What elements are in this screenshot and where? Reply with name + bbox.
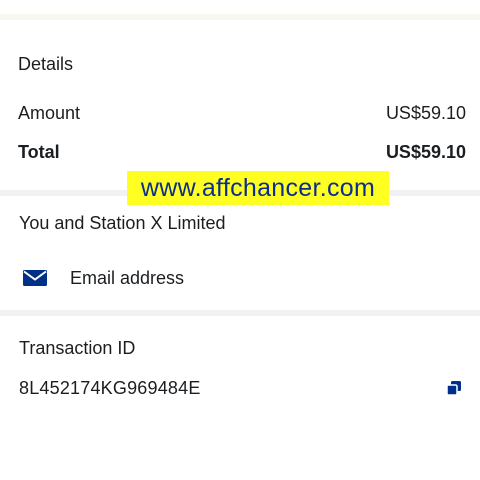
email-address-link[interactable]: Email address xyxy=(70,268,184,289)
copy-icon[interactable] xyxy=(446,380,462,396)
details-title: Details xyxy=(18,54,74,74)
transaction-details-page: Details Amount US$59.10 Total US$59.10 w… xyxy=(0,0,480,480)
amount-row: Amount US$59.10 xyxy=(18,103,466,124)
watermark-banner: www.affchancer.com xyxy=(127,171,389,205)
amount-label: Amount xyxy=(18,103,81,123)
transaction-id-value: 8L452174KG969484E xyxy=(19,378,201,398)
transaction-id-title: Transaction ID xyxy=(19,338,136,358)
top-divider xyxy=(0,14,480,20)
email-row[interactable] xyxy=(22,268,48,288)
total-value: US$59.10 xyxy=(385,142,466,162)
envelope-icon xyxy=(23,270,47,286)
total-label: Total xyxy=(18,142,60,162)
section-divider xyxy=(0,310,480,316)
total-row: Total US$59.10 xyxy=(18,142,466,163)
amount-value: US$59.10 xyxy=(385,103,466,123)
merchant-party: You and Station X Limited xyxy=(19,213,226,233)
